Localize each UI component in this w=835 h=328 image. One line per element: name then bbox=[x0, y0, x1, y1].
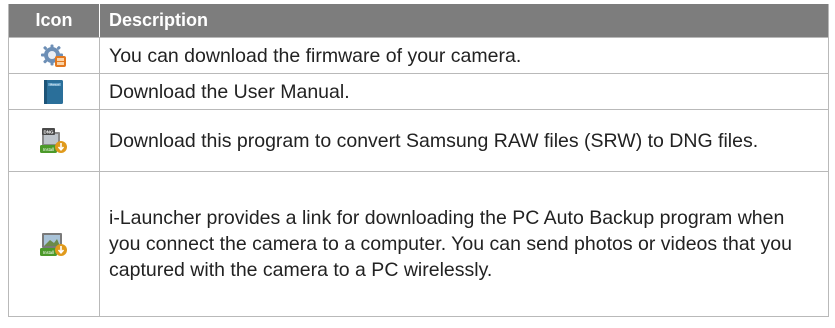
dng-converter-install-icon: DNG Install bbox=[9, 110, 100, 171]
table-row: You can download the firmware of your ca… bbox=[9, 37, 828, 73]
table-row: DNG Install Download this program to con… bbox=[9, 109, 828, 171]
table-header: Icon Description bbox=[9, 4, 828, 37]
manual-icon-label: Manual bbox=[50, 82, 60, 86]
table-row: Install i-Launcher provides a link for d… bbox=[9, 171, 828, 316]
firmware-gear-icon bbox=[9, 38, 100, 73]
user-manual-book-icon: Manual bbox=[9, 74, 100, 109]
dng-icon-label: DNG bbox=[44, 129, 54, 134]
header-icon-column: Icon bbox=[9, 4, 100, 37]
install-icon-label: Install bbox=[43, 147, 54, 152]
header-description-column: Description bbox=[109, 10, 209, 30]
row-description: Download this program to convert Samsung… bbox=[109, 129, 759, 152]
row-description: You can download the firmware of your ca… bbox=[109, 44, 522, 67]
install-icon-label: Install bbox=[43, 250, 54, 255]
row-description: i-Launcher provides a link for downloadi… bbox=[109, 207, 792, 281]
table-row: Manual Download the User Manual. bbox=[9, 73, 828, 109]
pc-auto-backup-install-icon: Install bbox=[9, 172, 100, 316]
row-description: Download the User Manual. bbox=[109, 80, 350, 103]
icon-description-table: Icon Description You can download the fi… bbox=[8, 4, 829, 317]
